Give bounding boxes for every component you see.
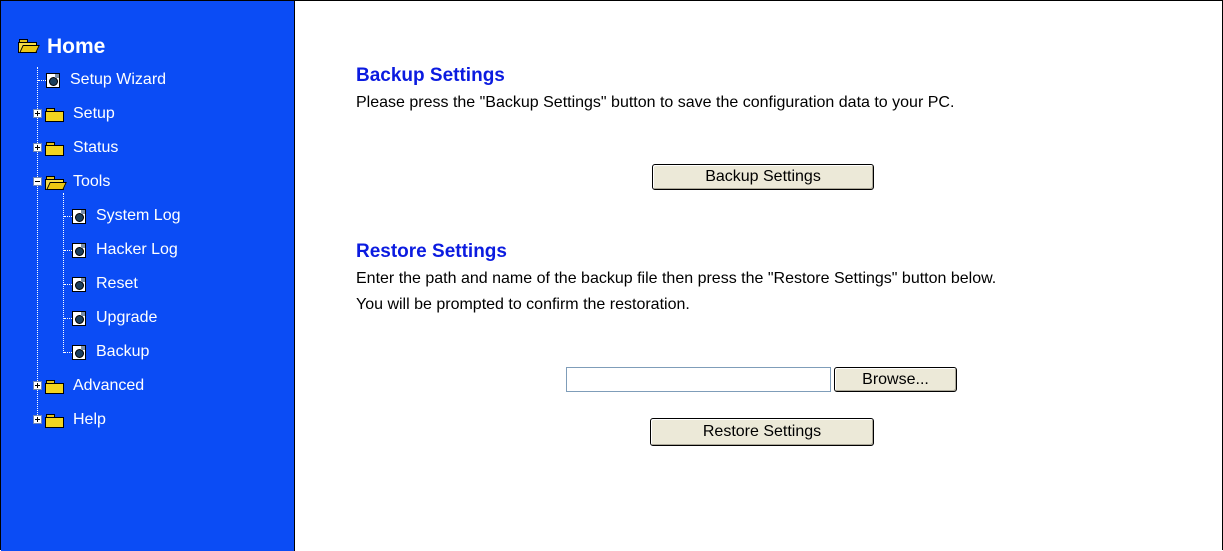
page-icon <box>72 276 86 292</box>
sidebar-item-label: Setup Wizard <box>70 71 167 88</box>
page-icon <box>72 208 86 224</box>
sidebar-item-tools[interactable]: Tools <box>45 172 110 192</box>
expand-plus-icon[interactable] <box>33 143 42 152</box>
sidebar-item-label: Setup <box>73 105 115 122</box>
sidebar-item-reset[interactable]: Reset <box>72 274 138 294</box>
main-content: Backup Settings Please press the "Backup… <box>295 0 1223 551</box>
tree-line <box>63 193 64 353</box>
page-icon <box>72 310 86 326</box>
sidebar-item-setup[interactable]: Setup <box>45 104 115 124</box>
tree-branch <box>64 352 72 353</box>
sidebar-item-label: Status <box>73 139 119 156</box>
tree-branch <box>64 284 72 285</box>
expand-plus-icon[interactable] <box>33 109 42 118</box>
tree-branch <box>64 318 72 319</box>
backup-description: Please press the "Backup Settings" butto… <box>356 94 955 111</box>
sidebar-item-label: System Log <box>96 207 181 224</box>
restore-settings-heading: Restore Settings <box>356 241 507 262</box>
sidebar-item-advanced[interactable]: Advanced <box>45 376 144 396</box>
sidebar-nav: Home Setup Wizard Setup Status Tools Sys… <box>1 1 295 551</box>
sidebar-item-hacker-log[interactable]: Hacker Log <box>72 240 178 260</box>
tree-branch <box>64 250 72 251</box>
browse-button[interactable]: Browse... <box>834 367 957 392</box>
sidebar-item-label: Hacker Log <box>96 241 178 258</box>
backup-settings-button[interactable]: Backup Settings <box>652 164 874 190</box>
backup-settings-heading: Backup Settings <box>356 65 505 86</box>
restore-settings-button[interactable]: Restore Settings <box>650 418 874 446</box>
sidebar-item-status[interactable]: Status <box>45 138 118 158</box>
expand-plus-icon[interactable] <box>33 415 42 424</box>
page-icon <box>46 72 60 88</box>
sidebar-item-label: Advanced <box>73 377 145 394</box>
folder-icon <box>45 379 64 394</box>
sidebar-item-backup[interactable]: Backup <box>72 342 149 362</box>
sidebar-home-label: Home <box>47 35 106 58</box>
sidebar-item-label: Reset <box>96 275 138 292</box>
folder-open-icon <box>18 35 40 59</box>
backup-file-path-input[interactable] <box>566 367 831 392</box>
restore-description-line1: Enter the path and name of the backup fi… <box>356 270 997 287</box>
sidebar-item-setup-wizard[interactable]: Setup Wizard <box>46 70 166 90</box>
sidebar-item-help[interactable]: Help <box>45 410 106 430</box>
folder-open-icon <box>45 175 67 190</box>
folder-icon <box>45 107 64 122</box>
sidebar-item-system-log[interactable]: System Log <box>72 206 180 226</box>
restore-description-line2: You will be prompted to confirm the rest… <box>356 296 690 313</box>
expand-plus-icon[interactable] <box>33 381 42 390</box>
folder-icon <box>45 141 64 156</box>
collapse-minus-icon[interactable] <box>33 177 42 186</box>
page-icon <box>72 344 86 360</box>
sidebar-item-upgrade[interactable]: Upgrade <box>72 308 157 328</box>
tree-branch <box>64 216 72 217</box>
page-icon <box>72 242 86 258</box>
sidebar-item-label: Upgrade <box>96 309 158 326</box>
sidebar-item-label: Help <box>73 411 106 428</box>
tree-line <box>37 67 38 419</box>
sidebar-item-label: Tools <box>73 173 111 190</box>
tree-branch <box>38 80 46 81</box>
sidebar-item-label: Backup <box>96 343 150 360</box>
folder-icon <box>45 413 64 428</box>
sidebar-home[interactable]: Home <box>18 35 105 59</box>
